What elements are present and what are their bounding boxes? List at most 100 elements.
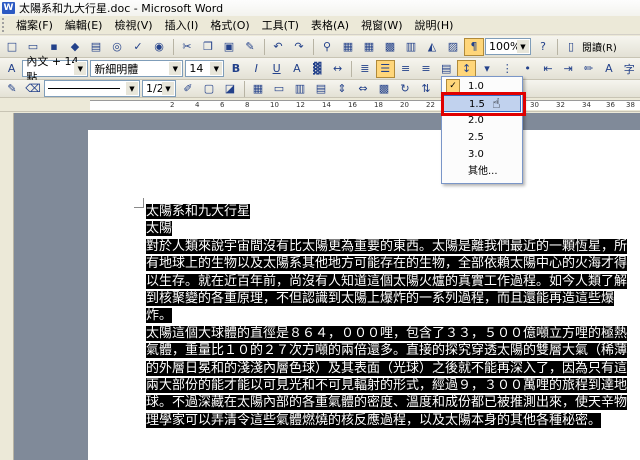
insert-table-icon[interactable]: ▦ <box>248 80 268 98</box>
align-center-icon[interactable]: ≡ <box>396 60 415 78</box>
research-icon[interactable]: ◉ <box>149 38 169 56</box>
drawing-icon[interactable]: ◭ <box>422 38 442 56</box>
highlight-annotation-box <box>441 92 526 116</box>
underline-button[interactable]: U <box>267 60 286 78</box>
line-spacing-option-3-0[interactable]: 3.0 <box>443 146 521 163</box>
char-border-button[interactable]: A <box>287 60 306 78</box>
line-spacing-icon[interactable]: ↕ <box>456 59 477 78</box>
menubar-grip-icon[interactable] <box>2 18 6 32</box>
increase-indent-icon[interactable]: ⇥ <box>559 60 578 78</box>
chevron-down-icon[interactable]: ▼ <box>126 82 138 95</box>
line-style-select[interactable]: ▼ <box>44 80 140 97</box>
toolbar-separator <box>351 60 353 77</box>
columns-icon[interactable]: ▥ <box>401 38 421 56</box>
merge-cells-icon[interactable]: ▭ <box>269 80 289 98</box>
reading-layout-icon[interactable]: ▯ <box>561 38 581 56</box>
doc-paragraph: 對於人類來說宇宙間沒有比太陽更為重要的東西。太陽是離我們最近的一顆恆星，所有地球… <box>146 238 628 324</box>
cut-icon[interactable]: ✂ <box>177 38 197 56</box>
vertical-ruler[interactable] <box>0 113 14 460</box>
char-scale-button[interactable]: ↔ <box>328 60 347 78</box>
align-cell-icon[interactable]: ▤ <box>311 80 331 98</box>
tables-borders-icon[interactable]: ▦ <box>338 38 358 56</box>
chevron-down-icon[interactable]: ▼ <box>162 82 174 95</box>
eraser-icon[interactable]: ⌫ <box>23 80 43 98</box>
print-preview-icon[interactable]: ◎ <box>107 38 127 56</box>
formatting-toolbar: A 內文 + 14 點 ▼ 新細明體 ▼ 14 ▼ B I U A ▓ ↔ ≣ ☰ ≡… <box>0 55 640 84</box>
horizontal-ruler[interactable]: 2 4 6 8 10 12 14 16 18 20 22 24 26 28 30… <box>0 98 640 112</box>
sort-icon[interactable]: ⇅ <box>416 80 436 98</box>
decrease-indent-icon[interactable]: ⇤ <box>538 60 557 78</box>
chevron-down-icon[interactable]: ▼ <box>169 62 182 75</box>
document-map-icon[interactable]: ▨ <box>443 38 463 56</box>
align-right-icon[interactable]: ≡ <box>416 60 435 78</box>
chevron-down-icon[interactable]: ▼ <box>517 40 529 53</box>
ruler-tick: 10 <box>270 101 279 109</box>
chevron-down-icon[interactable]: ▼ <box>74 62 87 75</box>
menu-format[interactable]: 格式(O) <box>204 17 255 34</box>
menu-bar: 檔案(F) 編輯(E) 檢視(V) 插入(I) 格式(O) 工具(T) 表格(A… <box>0 16 640 35</box>
distribute-cols-icon[interactable]: ⇔ <box>353 80 373 98</box>
menu-edit[interactable]: 編輯(E) <box>59 17 109 34</box>
crop-mark <box>134 198 144 208</box>
menu-window[interactable]: 視窗(W) <box>355 17 408 34</box>
split-cells-icon[interactable]: ▥ <box>290 80 310 98</box>
char-shading-button[interactable]: ▓ <box>308 60 327 78</box>
ruler-tick: 12 <box>296 101 305 109</box>
document-body[interactable]: 太陽系和九大行星 太陽 對於人類來說宇宙間沒有比太陽更為重要的東西。太陽是離我們… <box>146 203 632 429</box>
new-document-icon[interactable]: □ <box>2 38 22 56</box>
help-icon[interactable]: ? <box>533 38 553 56</box>
redo-icon[interactable]: ↷ <box>289 38 309 56</box>
zoom-select[interactable]: 100% ▼ <box>485 38 531 55</box>
line-weight-select[interactable]: 1/2 ▼ <box>142 80 176 97</box>
ruler-tick: 32 <box>556 101 565 109</box>
menu-table[interactable]: 表格(A) <box>305 17 355 34</box>
menu-insert[interactable]: 插入(I) <box>159 17 205 34</box>
draw-table-icon[interactable]: ✎ <box>2 80 22 98</box>
italic-button[interactable]: I <box>247 60 266 78</box>
chevron-down-icon[interactable]: ▼ <box>210 62 223 75</box>
menu-help[interactable]: 說明(H) <box>409 17 460 34</box>
ruler-tick: 30 <box>530 101 539 109</box>
print-icon[interactable]: ▤ <box>86 38 106 56</box>
borders-icon[interactable]: ▢ <box>199 80 219 98</box>
format-painter-icon[interactable]: ✎ <box>240 38 260 56</box>
align-justify-icon[interactable]: ≣ <box>355 60 374 78</box>
border-color-icon[interactable]: ✐ <box>178 80 198 98</box>
shading-icon[interactable]: ◪ <box>220 80 240 98</box>
numbering-icon[interactable]: ⋮ <box>498 60 517 78</box>
distribute-rows-icon[interactable]: ⇕ <box>332 80 352 98</box>
styles-pane-icon[interactable]: A <box>2 60 21 78</box>
bullets-icon[interactable]: • <box>518 60 537 78</box>
paste-icon[interactable]: ▣ <box>219 38 239 56</box>
line-spacing-option-more[interactable]: 其他... <box>443 163 521 180</box>
autoformat-icon[interactable]: ▩ <box>374 80 394 98</box>
copy-icon[interactable]: ❐ <box>198 38 218 56</box>
toolbar-separator <box>173 38 174 55</box>
line-spacing-option-2-5[interactable]: 2.5 <box>443 129 521 146</box>
phonetic-icon[interactable]: 字 <box>620 60 639 78</box>
line-spacing-dropdown-icon[interactable]: ▾ <box>477 60 496 78</box>
insert-table-icon[interactable]: ▦ <box>359 38 379 56</box>
toolbar-separator <box>264 38 265 55</box>
font-select[interactable]: 新細明體 ▼ <box>90 60 184 77</box>
menu-file[interactable]: 檔案(F) <box>10 17 59 34</box>
font-size-select[interactable]: 14 ▼ <box>185 60 225 77</box>
show-hide-icon[interactable]: ¶ <box>464 37 484 56</box>
style-select[interactable]: 內文 + 14 點 ▼ <box>22 55 89 84</box>
menu-tools[interactable]: 工具(T) <box>256 17 305 34</box>
bold-button[interactable]: B <box>226 60 245 78</box>
highlight-icon[interactable]: ✏ <box>579 60 598 78</box>
distributed-icon[interactable]: ▤ <box>437 60 456 78</box>
spelling-icon[interactable]: ✓ <box>128 38 148 56</box>
insert-excel-icon[interactable]: ▩ <box>380 38 400 56</box>
checkmark-icon: ✓ <box>446 79 460 93</box>
align-left-icon[interactable]: ☰ <box>375 59 395 78</box>
reading-layout-label[interactable]: 閱讀(R) <box>582 39 617 54</box>
undo-icon[interactable]: ↶ <box>268 38 288 56</box>
toolbar-separator <box>557 38 558 55</box>
text-direction-icon[interactable]: ↻ <box>395 80 415 98</box>
font-color-icon[interactable]: A <box>599 60 618 78</box>
toolbar-separator <box>313 38 314 55</box>
menu-view[interactable]: 檢視(V) <box>108 17 158 34</box>
hyperlink-icon[interactable]: ⚲ <box>317 38 337 56</box>
